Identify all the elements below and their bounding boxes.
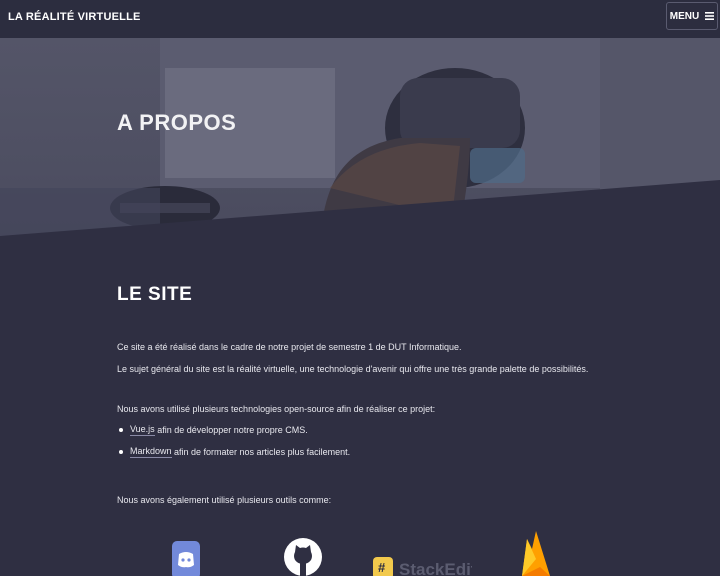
list-item-text: afin de formater nos articles plus facil…: [171, 447, 351, 457]
svg-text:#: #: [378, 560, 386, 575]
bullet-icon: [119, 428, 123, 432]
firebase-icon[interactable]: [518, 529, 554, 576]
stackedit-icon[interactable]: # StackEdit: [372, 555, 472, 576]
menu-button[interactable]: MENU: [666, 2, 718, 30]
page-title: A PROPOS: [117, 110, 237, 135]
bullet-icon: [119, 450, 123, 454]
github-icon[interactable]: [284, 536, 322, 576]
list-item: Vue.js afin de développer notre propre C…: [117, 419, 350, 441]
intro-line-2: Le sujet général du site est la réalité …: [117, 364, 589, 374]
vuejs-link[interactable]: Vue.js: [130, 424, 155, 436]
tools-logos: # StackEdit: [0, 525, 720, 576]
top-navbar: LA RÉALITÉ VIRTUELLE MENU: [0, 0, 720, 38]
hamburger-icon: [705, 12, 715, 20]
stackedit-label: StackEdit: [399, 560, 472, 576]
technologies-list: Vue.js afin de développer notre propre C…: [117, 419, 350, 463]
list-item: Markdown afin de formater nos articles p…: [117, 441, 350, 463]
menu-label: MENU: [669, 10, 700, 22]
discord-icon[interactable]: [172, 541, 200, 576]
hero-diagonal-divider: [0, 180, 720, 260]
intro-line-1: Ce site a été réalisé dans le cadre de n…: [117, 342, 462, 352]
markdown-link[interactable]: Markdown: [130, 446, 172, 458]
tools-intro: Nous avons également utilisé plusieurs o…: [117, 495, 332, 505]
intro-paragraph: Ce site a été réalisé dans le cadre de n…: [117, 336, 588, 380]
list-item-text: afin de développer notre propre CMS.: [154, 425, 308, 435]
technologies-intro: Nous avons utilisé plusieurs technologie…: [117, 404, 436, 414]
section-title: LE SITE: [117, 284, 193, 305]
site-brand[interactable]: LA RÉALITÉ VIRTUELLE: [8, 11, 141, 23]
